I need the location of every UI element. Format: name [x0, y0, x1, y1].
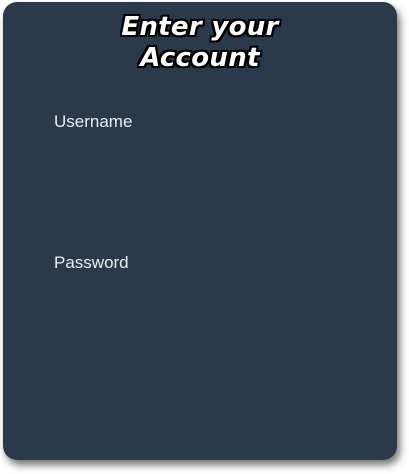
password-label: Password: [54, 253, 129, 272]
login-card: Enter your Account Username Password: [3, 2, 397, 460]
username-label: Username: [54, 112, 133, 131]
page-title: Enter your Account: [3, 12, 397, 74]
title-line-1: Enter your: [121, 12, 279, 42]
username-input[interactable]: [54, 140, 346, 180]
password-input[interactable]: [54, 281, 346, 321]
title-line-2: Account: [140, 43, 260, 73]
